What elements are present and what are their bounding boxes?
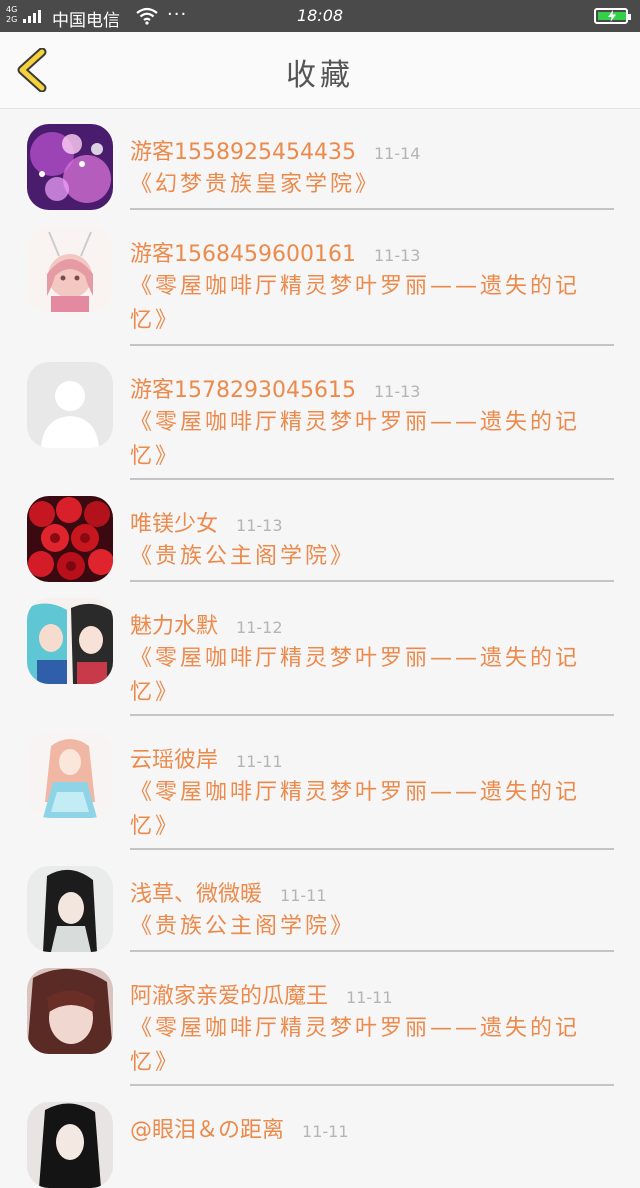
date: 11-14 [373,144,421,163]
username[interactable]: 阿澈家亲爱的瓜魔王 [130,984,328,1009]
date: 11-13 [236,516,283,535]
username[interactable]: 浅草、微微暖 [130,882,262,907]
divider [130,950,614,952]
nav-header: 收藏 [0,32,640,109]
avatar[interactable] [27,226,113,312]
clock: 18:08 [296,6,344,25]
list-item[interactable]: 游客1568459600161 11-13 《零屋咖啡厅精灵梦叶罗丽——遗失的记忆… [0,212,640,348]
book-title-link[interactable]: 《零屋咖啡厅精灵梦叶罗丽——遗失的记忆》 [130,642,614,710]
book-title-link[interactable]: 《贵族公主阁学院》 [130,540,614,574]
list-item[interactable]: 云瑶彼岸 11-11 《零屋咖啡厅精灵梦叶罗丽——遗失的记忆》 [0,718,640,852]
avatar[interactable] [27,968,113,1054]
username[interactable]: 游客1558925454435 [130,140,356,165]
date: 11-11 [280,886,327,905]
favorites-list: 游客1558925454435 11-14 《幻梦贵族皇家学院》 游客156845… [0,110,640,1188]
list-item[interactable]: 游客1558925454435 11-14 《幻梦贵族皇家学院》 [0,110,640,212]
book-title-link[interactable]: 《零屋咖啡厅精灵梦叶罗丽——遗失的记忆》 [130,1012,614,1080]
list-item[interactable]: 魅力水默 11-12 《零屋咖啡厅精灵梦叶罗丽——遗失的记忆》 [0,584,640,718]
avatar[interactable] [27,866,113,952]
username[interactable]: @眼泪＆の距离 [130,1118,284,1143]
date: 11-12 [236,618,283,637]
list-item[interactable]: 唯镁少女 11-13 《贵族公主阁学院》 [0,482,640,584]
avatar[interactable] [27,732,113,818]
list-item[interactable]: 阿澈家亲爱的瓜魔王 11-11 《零屋咖啡厅精灵梦叶罗丽——遗失的记忆》 [0,954,640,1088]
avatar[interactable] [27,496,113,582]
avatar[interactable] [27,362,113,448]
battery-icon [594,8,631,24]
list-item[interactable]: @眼泪＆の距离 11-11 [0,1088,640,1188]
date: 11-11 [302,1122,349,1141]
username[interactable]: 游客1568459600161 [130,242,356,267]
avatar[interactable] [27,124,113,210]
book-title-link[interactable]: 《零屋咖啡厅精灵梦叶罗丽——遗失的记忆》 [130,406,614,474]
divider [130,580,614,582]
divider [130,208,614,210]
book-title-link[interactable]: 《零屋咖啡厅精灵梦叶罗丽——遗失的记忆》 [130,270,614,338]
username[interactable]: 云瑶彼岸 [130,748,218,773]
username[interactable]: 游客1578293045615 [130,378,356,403]
date: 11-13 [373,382,421,401]
charging-bolt-icon [608,10,616,22]
book-title-link[interactable]: 《零屋咖啡厅精灵梦叶罗丽——遗失的记忆》 [130,776,614,844]
username[interactable]: 唯镁少女 [130,512,218,537]
page-title: 收藏 [286,58,354,93]
divider [130,344,614,346]
list-item[interactable]: 游客1578293045615 11-13 《零屋咖啡厅精灵梦叶罗丽——遗失的记忆… [0,348,640,482]
date: 11-11 [236,752,283,771]
book-title-link[interactable]: 《贵族公主阁学院》 [130,910,614,944]
book-title-link[interactable]: 《幻梦贵族皇家学院》 [130,168,614,202]
avatar[interactable] [27,598,113,684]
username[interactable]: 魅力水默 [130,614,218,639]
divider [130,714,614,716]
avatar[interactable] [27,1102,113,1188]
date: 11-11 [346,988,393,1007]
status-bar: 4G 2G 中国电信 ··· 18:08 [0,0,640,32]
divider [130,848,614,850]
default-user-icon [27,362,113,448]
divider [130,1084,614,1086]
list-item[interactable]: 浅草、微微暖 11-11 《贵族公主阁学院》 [0,852,640,954]
date: 11-13 [373,246,421,265]
divider [130,478,614,480]
